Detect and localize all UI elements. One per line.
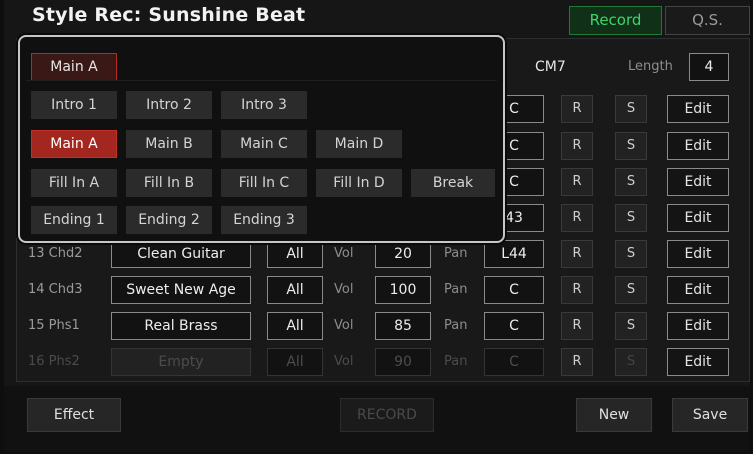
record-toggle[interactable]: R bbox=[561, 168, 593, 196]
solo-toggle[interactable]: S bbox=[615, 95, 647, 123]
solo-toggle[interactable]: S bbox=[615, 348, 647, 376]
part-selector[interactable]: All bbox=[267, 312, 323, 340]
solo-toggle[interactable]: S bbox=[615, 312, 647, 340]
record-toggle[interactable]: R bbox=[561, 348, 593, 376]
volume-field[interactable]: 100 bbox=[375, 276, 431, 304]
solo-toggle[interactable]: S bbox=[615, 132, 647, 160]
record-toggle[interactable]: R bbox=[561, 204, 593, 232]
pan-label: Pan bbox=[444, 282, 468, 297]
section-main-b[interactable]: Main B bbox=[126, 130, 212, 158]
section-ending-3[interactable]: Ending 3 bbox=[221, 206, 307, 234]
edit-button[interactable]: Edit bbox=[667, 240, 729, 268]
pan-field[interactable]: L44 bbox=[484, 240, 544, 268]
effect-button[interactable]: Effect bbox=[27, 398, 121, 432]
track-name: 15 Phs1 bbox=[28, 318, 80, 333]
record-toggle[interactable]: R bbox=[561, 95, 593, 123]
part-selector[interactable]: All bbox=[267, 276, 323, 304]
section-break[interactable]: Break bbox=[411, 169, 495, 197]
section-intro-1[interactable]: Intro 1 bbox=[31, 91, 117, 119]
pan-field[interactable]: C bbox=[484, 348, 544, 376]
current-section-indicator: Main A bbox=[31, 53, 117, 81]
edit-button[interactable]: Edit bbox=[667, 95, 729, 123]
record-toggle[interactable]: R bbox=[561, 132, 593, 160]
section-ending-2[interactable]: Ending 2 bbox=[126, 206, 212, 234]
page-title: Style Rec: Sunshine Beat bbox=[32, 4, 306, 26]
track-name: 13 Chd2 bbox=[28, 246, 83, 261]
volume-field[interactable]: 20 bbox=[375, 240, 431, 268]
vol-label: Vol bbox=[334, 282, 354, 297]
pan-field[interactable]: C bbox=[484, 312, 544, 340]
record-toggle[interactable]: R bbox=[561, 312, 593, 340]
part-selector[interactable]: All bbox=[267, 240, 323, 268]
section-select-popup: Main A Intro 1 Intro 2 Intro 3 Main A Ma… bbox=[18, 35, 505, 243]
volume-field[interactable]: 90 bbox=[375, 348, 431, 376]
edit-button[interactable]: Edit bbox=[667, 348, 729, 376]
tab-record[interactable]: Record bbox=[569, 6, 662, 35]
pan-label: Pan bbox=[444, 354, 468, 369]
section-main-a[interactable]: Main A bbox=[31, 130, 117, 158]
track-name: 14 Chd3 bbox=[28, 282, 83, 297]
edit-button[interactable]: Edit bbox=[667, 276, 729, 304]
section-fill-in-b[interactable]: Fill In B bbox=[126, 169, 212, 197]
voice-selector[interactable]: Real Brass bbox=[111, 312, 251, 340]
edit-button[interactable]: Edit bbox=[667, 312, 729, 340]
voice-selector[interactable]: Empty bbox=[111, 348, 251, 376]
solo-toggle[interactable]: S bbox=[615, 240, 647, 268]
voice-selector[interactable]: Clean Guitar bbox=[111, 240, 251, 268]
vol-label: Vol bbox=[334, 354, 354, 369]
solo-toggle[interactable]: S bbox=[615, 204, 647, 232]
pan-label: Pan bbox=[444, 318, 468, 333]
popup-divider bbox=[26, 80, 497, 81]
save-button[interactable]: Save bbox=[672, 398, 748, 432]
chord-display: CM7 bbox=[535, 59, 566, 75]
section-fill-in-c[interactable]: Fill In C bbox=[221, 169, 307, 197]
section-main-c[interactable]: Main C bbox=[221, 130, 307, 158]
style-record-screen: Style Rec: Sunshine Beat Record Q.S. CM7… bbox=[4, 0, 750, 452]
record-toggle[interactable]: R bbox=[561, 240, 593, 268]
section-intro-2[interactable]: Intro 2 bbox=[126, 91, 212, 119]
track-name: 16 Phs2 bbox=[28, 354, 80, 369]
bottom-toolbar: Effect RECORD New Save bbox=[4, 386, 750, 452]
edit-button[interactable]: Edit bbox=[667, 204, 729, 232]
record-button[interactable]: RECORD bbox=[340, 398, 434, 432]
new-button[interactable]: New bbox=[576, 398, 652, 432]
solo-toggle[interactable]: S bbox=[615, 168, 647, 196]
pan-field[interactable]: C bbox=[484, 276, 544, 304]
section-main-d[interactable]: Main D bbox=[316, 130, 402, 158]
volume-field[interactable]: 85 bbox=[375, 312, 431, 340]
solo-toggle[interactable]: S bbox=[615, 276, 647, 304]
tab-quick-start[interactable]: Q.S. bbox=[665, 6, 750, 35]
section-intro-3[interactable]: Intro 3 bbox=[221, 91, 307, 119]
edit-button[interactable]: Edit bbox=[667, 132, 729, 160]
vol-label: Vol bbox=[334, 246, 354, 261]
pan-label: Pan bbox=[444, 246, 468, 261]
record-toggle[interactable]: R bbox=[561, 276, 593, 304]
length-label: Length bbox=[628, 59, 673, 74]
length-field[interactable]: 4 bbox=[689, 53, 729, 81]
edit-button[interactable]: Edit bbox=[667, 168, 729, 196]
section-fill-in-d[interactable]: Fill In D bbox=[316, 169, 402, 197]
section-fill-in-a[interactable]: Fill In A bbox=[31, 169, 117, 197]
part-selector[interactable]: All bbox=[267, 348, 323, 376]
voice-selector[interactable]: Sweet New Age bbox=[111, 276, 251, 304]
section-ending-1[interactable]: Ending 1 bbox=[31, 206, 117, 234]
vol-label: Vol bbox=[334, 318, 354, 333]
